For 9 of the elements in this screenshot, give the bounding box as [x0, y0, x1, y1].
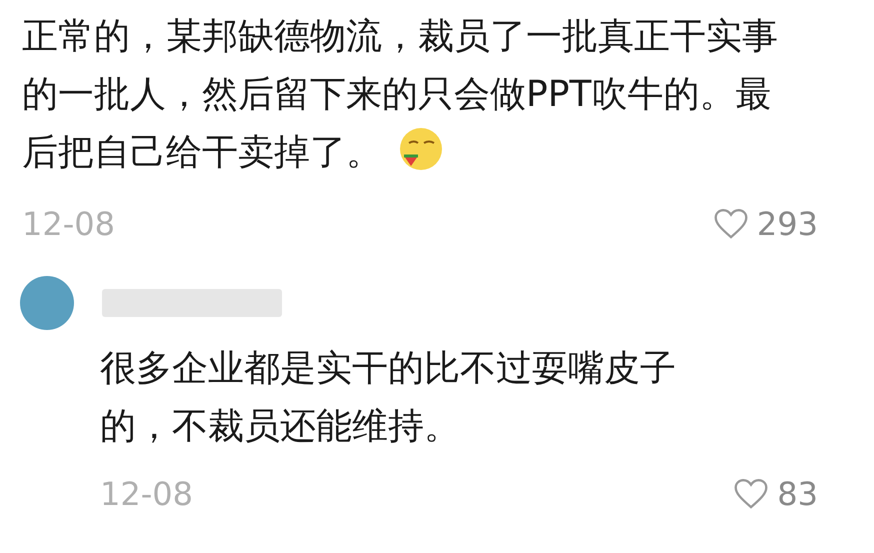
- avatar[interactable]: [20, 276, 74, 330]
- heart-icon[interactable]: [733, 478, 770, 510]
- reply-date: 12-08: [100, 474, 193, 515]
- like-count: 293: [756, 204, 818, 245]
- reply-text: 很多企业都是实干的比不过耍嘴皮子的，不裁员还能维持。: [100, 347, 677, 449]
- heart-icon[interactable]: [712, 208, 749, 240]
- comment-text: 正常的，某邦缺德物流，裁员了一批真正干实事的一批人，然后留下来的只会做PPT吹牛的。最后把自己给干卖掉了。: [22, 15, 779, 175]
- like-count: 83: [777, 474, 818, 515]
- comment-date: 12-08: [22, 204, 115, 245]
